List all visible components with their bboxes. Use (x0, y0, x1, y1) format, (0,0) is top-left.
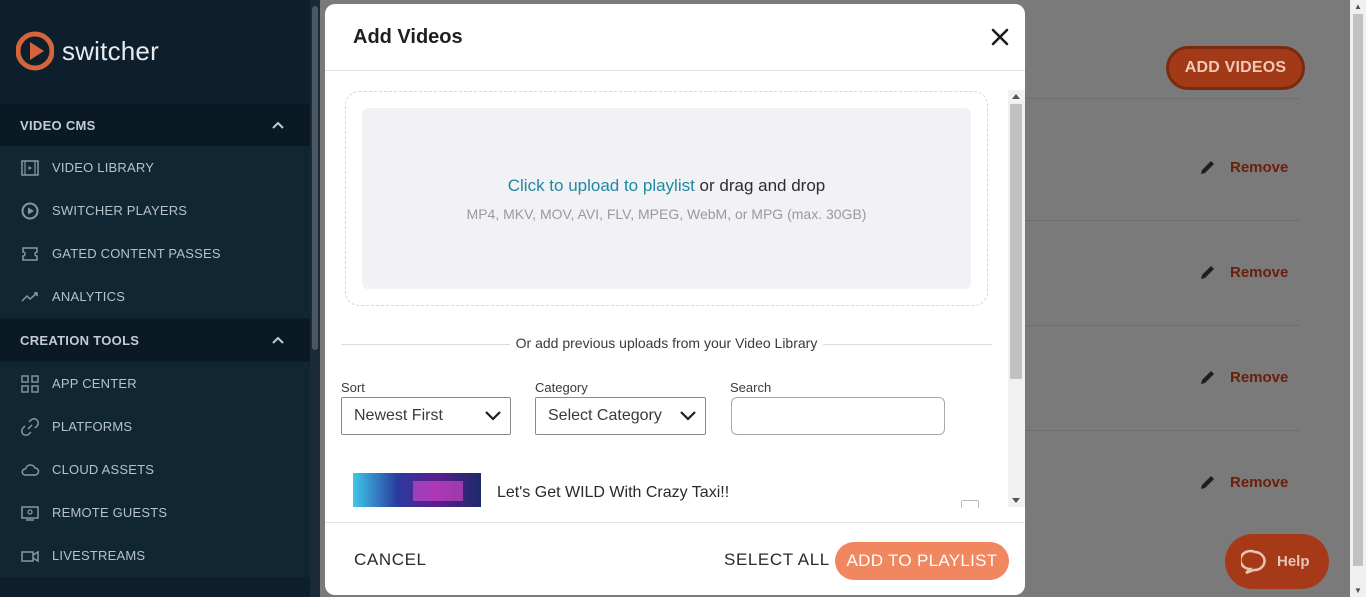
select-all-button[interactable]: SELECT ALL (724, 550, 830, 570)
chevron-down-icon (485, 411, 501, 421)
brand-logo[interactable]: switcher (16, 30, 159, 72)
pencil-icon[interactable] (1198, 472, 1218, 492)
chevron-down-icon (680, 411, 696, 421)
section-header-video-cms[interactable]: VIDEO CMS (0, 104, 310, 146)
playlist-row-actions: Remove (1198, 472, 1288, 492)
category-label: Category (535, 380, 588, 395)
section-title: VIDEO CMS (20, 117, 96, 133)
sidebar-item-label: VIDEO LIBRARY (52, 160, 155, 175)
remote-icon (21, 505, 39, 521)
playlist-row-actions: Remove (1198, 262, 1288, 282)
modal-title: Add Videos (353, 25, 463, 48)
playlist-row-actions: Remove (1198, 157, 1288, 177)
cancel-button[interactable]: CANCEL (354, 550, 427, 570)
film-icon (21, 159, 39, 176)
help-label: Help (1277, 553, 1310, 570)
pencil-icon[interactable] (1198, 367, 1218, 387)
sidebar-item-app-center[interactable]: APP CENTER (0, 362, 310, 405)
sort-value: Newest First (354, 407, 443, 424)
sidebar-item-livestreams[interactable]: LIVESTREAMS (0, 534, 310, 577)
pencil-icon[interactable] (1198, 157, 1218, 177)
switcher-logo-icon (16, 31, 54, 71)
sidebar-item-cloud-assets[interactable]: CLOUD ASSETS (0, 448, 310, 491)
modal-body: Click to upload to playlist or drag and … (325, 72, 1025, 522)
chevron-up-icon (272, 121, 284, 129)
section-video-cms: VIDEO LIBRARY SWITCHER PLAYERS GATED CON… (0, 146, 310, 318)
section-title: CREATION TOOLS (20, 332, 140, 348)
library-divider: Or add previous uploads from your Video … (341, 334, 992, 354)
dropzone-inner[interactable]: Click to upload to playlist or drag and … (362, 108, 971, 289)
sidebar-item-switcher-players[interactable]: SWITCHER PLAYERS (0, 189, 310, 232)
sidebar-item-label: SWITCHER PLAYERS (52, 203, 188, 218)
row-divider (1025, 430, 1300, 431)
modal-footer: CANCEL SELECT ALL ADD TO PLAYLIST (325, 522, 1025, 595)
sidebar-scrollbar[interactable] (310, 0, 320, 597)
upload-link[interactable]: Click to upload to playlist (508, 176, 695, 195)
sidebar-item-label: GATED CONTENT PASSES (52, 246, 221, 261)
section-header-creation-tools[interactable]: CREATION TOOLS (0, 319, 310, 361)
chat-bubble-icon (1241, 549, 1266, 574)
upload-prompt: Click to upload to playlist or drag and … (362, 176, 971, 196)
drag-drop-text: or drag and drop (694, 176, 826, 195)
sort-label: Sort (341, 380, 365, 395)
chevron-up-icon (272, 336, 284, 344)
sidebar-item-platforms[interactable]: PLATFORMS (0, 405, 310, 448)
sidebar-item-label: APP CENTER (52, 376, 137, 391)
modal-header: Add Videos (325, 4, 1025, 71)
sort-select[interactable]: Newest First (341, 397, 511, 435)
sidebar-item-label: PLATFORMS (52, 419, 133, 434)
search-input[interactable] (731, 397, 945, 435)
sidebar-item-video-library[interactable]: VIDEO LIBRARY (0, 146, 310, 189)
remove-link[interactable]: Remove (1230, 369, 1288, 386)
sidebar-item-remote-guests[interactable]: REMOTE GUESTS (0, 491, 310, 534)
add-to-playlist-button[interactable]: ADD TO PLAYLIST (835, 542, 1009, 580)
grid-icon (21, 374, 39, 393)
close-icon[interactable] (987, 24, 1013, 50)
remove-link[interactable]: Remove (1230, 474, 1288, 491)
video-title[interactable]: Let's Get WILD With Crazy Taxi!! (497, 484, 729, 502)
sidebar-item-label: REMOTE GUESTS (52, 505, 168, 520)
scrollbar-thumb[interactable] (1010, 104, 1022, 379)
upload-dropzone[interactable]: Click to upload to playlist or drag and … (345, 91, 988, 306)
playlist-row-actions: Remove (1198, 367, 1288, 387)
row-divider (1025, 325, 1300, 326)
search-label: Search (730, 380, 772, 395)
cloud-icon (21, 463, 40, 476)
scroll-down-arrow[interactable]: ▼ (1354, 586, 1362, 595)
row-divider (1025, 98, 1300, 99)
pencil-icon[interactable] (1198, 262, 1218, 282)
camera-icon (21, 550, 39, 562)
sidebar: switcher VIDEO CMS VIDEO LIBRARY SWITCHE… (0, 0, 320, 597)
remove-link[interactable]: Remove (1230, 264, 1288, 281)
upload-formats: MP4, MKV, MOV, AVI, FLV, MPEG, WebM, or … (466, 206, 867, 222)
brand-name: switcher (62, 35, 159, 66)
row-divider (1025, 220, 1300, 221)
scrollbar-thumb[interactable] (1353, 14, 1363, 566)
sidebar-item-analytics[interactable]: ANALYTICS (0, 275, 310, 318)
link-icon (21, 417, 39, 436)
trend-icon (21, 291, 38, 302)
remove-link[interactable]: Remove (1230, 159, 1288, 176)
help-button[interactable]: Help (1225, 534, 1329, 589)
scroll-up-arrow[interactable] (1012, 94, 1020, 99)
add-videos-button[interactable]: ADD VIDEOS (1166, 46, 1305, 90)
ticket-icon (22, 246, 38, 261)
category-value: Select Category (548, 407, 662, 424)
section-creation-tools: APP CENTER PLATFORMS CLOUD ASSETS REMOTE… (0, 362, 310, 577)
category-select[interactable]: Select Category (535, 397, 706, 435)
page-scrollbar[interactable]: ▲ ▼ (1350, 0, 1366, 597)
library-divider-text: Or add previous uploads from your Video … (509, 335, 824, 351)
scroll-down-arrow[interactable] (1012, 498, 1020, 503)
sidebar-item-label: CLOUD ASSETS (52, 462, 155, 477)
sidebar-item-gated-content-passes[interactable]: GATED CONTENT PASSES (0, 232, 310, 275)
add-videos-modal: Add Videos Click to upload to playlist o… (325, 4, 1025, 595)
sidebar-item-label: LIVESTREAMS (52, 548, 146, 563)
modal-scrollbar[interactable] (1008, 90, 1025, 507)
video-thumbnail[interactable] (353, 473, 481, 507)
sidebar-item-label: ANALYTICS (52, 289, 126, 304)
scrollbar-thumb[interactable] (312, 6, 318, 350)
scroll-up-arrow[interactable]: ▲ (1354, 2, 1362, 11)
video-select-checkbox[interactable] (961, 500, 979, 508)
player-logo-icon (21, 202, 39, 219)
